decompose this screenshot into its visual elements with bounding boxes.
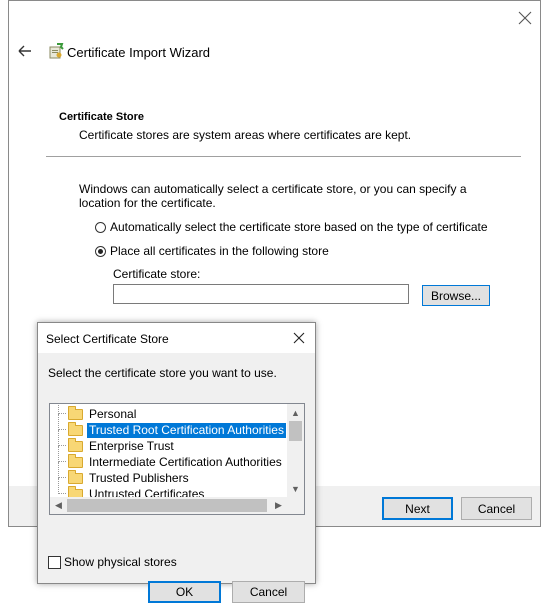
radio-auto-select[interactable]: Automatically select the certificate sto… — [95, 220, 488, 234]
tree-connector — [58, 462, 66, 478]
store-tree[interactable]: Personal Trusted Root Certification Auth… — [49, 403, 305, 515]
tree-connector — [58, 414, 66, 430]
ok-button[interactable]: OK — [148, 581, 221, 603]
store-item-personal[interactable]: Personal — [58, 404, 138, 422]
folder-icon — [68, 405, 83, 420]
show-physical-stores[interactable]: Show physical stores — [48, 555, 177, 569]
next-button[interactable]: Next — [382, 497, 453, 520]
certificate-store-label: Certificate store: — [113, 267, 201, 281]
browse-button[interactable]: Browse... — [422, 285, 490, 306]
store-item-trusted-root[interactable]: Trusted Root Certification Authorities — [58, 414, 286, 438]
scroll-corner — [287, 497, 304, 514]
cancel-button[interactable]: Cancel — [461, 497, 532, 520]
store-item-trusted-publishers[interactable]: Trusted Publishers — [58, 462, 191, 486]
close-icon[interactable] — [518, 11, 532, 25]
dialog-body: Select the certificate store you want to… — [38, 353, 315, 603]
folder-icon — [68, 421, 83, 436]
radio-place-label: Place all certificates in the following … — [110, 244, 329, 258]
radio-auto-indicator[interactable] — [95, 221, 106, 233]
radio-place-indicator[interactable] — [95, 245, 106, 257]
folder-icon — [68, 453, 83, 468]
close-icon[interactable] — [293, 332, 305, 344]
select-certificate-store-dialog: Select Certificate Store Select the cert… — [37, 322, 316, 603]
radio-auto-label: Automatically select the certificate sto… — [110, 220, 488, 234]
store-item-label: Personal — [89, 406, 137, 421]
store-item-intermediate[interactable]: Intermediate Certification Authorities — [58, 446, 284, 470]
tree-connector — [58, 478, 66, 494]
wizard-title: Certificate Import Wizard — [67, 45, 211, 60]
certificate-wizard-icon — [49, 43, 64, 59]
back-arrow-icon[interactable] — [17, 43, 33, 59]
divider — [46, 156, 521, 157]
tree-connector — [58, 430, 66, 446]
section-description: Certificate stores are system areas wher… — [79, 128, 412, 142]
radio-place-all[interactable]: Place all certificates in the following … — [95, 244, 329, 258]
store-item-label: Trusted Root Certification Authorities — [87, 422, 286, 438]
store-item-untrusted[interactable]: Untrusted Certificates — [58, 478, 206, 498]
vertical-scrollbar[interactable]: ▲ ▼ — [287, 404, 304, 497]
horizontal-scrollbar[interactable]: ◀ ▶ — [50, 497, 287, 514]
certificate-store-field[interactable] — [113, 284, 409, 304]
scroll-up-icon[interactable]: ▲ — [287, 404, 304, 421]
dialog-titlebar: Select Certificate Store — [38, 323, 315, 353]
tree-connector — [58, 404, 66, 414]
info-text: Windows can automatically select a certi… — [79, 182, 467, 210]
folder-icon — [68, 437, 83, 452]
section-title: Certificate Store — [59, 111, 144, 123]
horizontal-scroll-thumb[interactable] — [67, 499, 267, 512]
folder-icon — [68, 485, 83, 497]
folder-icon — [68, 469, 83, 484]
show-physical-label: Show physical stores — [64, 555, 177, 569]
store-item-label: Untrusted Certificates — [89, 486, 205, 498]
dialog-prompt: Select the certificate store you want to… — [48, 366, 277, 380]
scroll-left-icon[interactable]: ◀ — [50, 497, 67, 514]
store-item-label: Enterprise Trust — [89, 438, 174, 453]
dialog-title: Select Certificate Store — [46, 332, 169, 346]
store-item-label: Trusted Publishers — [89, 470, 189, 485]
scroll-right-icon[interactable]: ▶ — [270, 497, 287, 514]
store-item-label: Intermediate Certification Authorities — [89, 454, 282, 469]
store-tree-items: Personal Trusted Root Certification Auth… — [50, 404, 287, 497]
show-physical-checkbox[interactable] — [48, 555, 61, 569]
dialog-cancel-button[interactable]: Cancel — [232, 581, 305, 603]
tree-connector — [58, 446, 66, 462]
store-item-enterprise-trust[interactable]: Enterprise Trust — [58, 430, 176, 454]
vertical-scroll-thumb[interactable] — [289, 421, 302, 441]
scroll-down-icon[interactable]: ▼ — [287, 480, 304, 497]
